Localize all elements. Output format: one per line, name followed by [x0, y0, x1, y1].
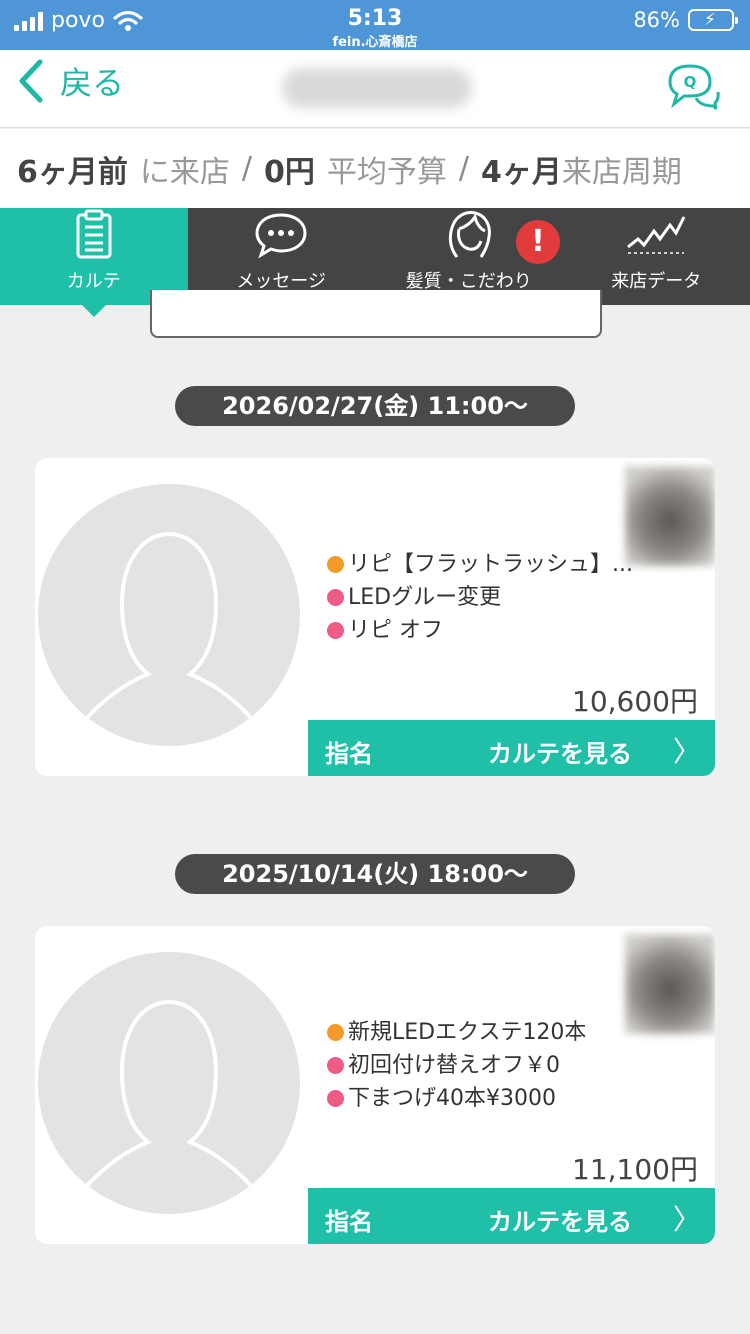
- view-karte-button[interactable]: 指名 カルテを見る 〉: [308, 1188, 715, 1244]
- menu-list: 新規LEDエクステ120本 初回付け替えオフ￥0 下まつげ40本¥3000: [327, 1016, 586, 1115]
- view-karte-button[interactable]: 指名 カルテを見る 〉: [308, 720, 715, 776]
- svg-text:Q: Q: [684, 73, 697, 91]
- menu-list: リピ【フラットラッシュ】... LEDグルー変更 リピ オフ: [327, 548, 633, 647]
- list-item: 初回付け替えオフ￥0: [327, 1049, 586, 1082]
- separator: /: [241, 151, 252, 186]
- visit-date-pill: 2025/10/14(火) 18:00〜: [175, 854, 575, 894]
- tab-label: 来店データ: [611, 271, 702, 292]
- last-visit-label: に来店: [139, 154, 230, 190]
- visit-price: 11,100円: [572, 1153, 698, 1186]
- list-item: 新規LEDエクステ120本: [327, 1016, 586, 1049]
- menu-item-text: 新規LEDエクステ120本: [348, 1020, 587, 1045]
- last-visit-value: 6ヶ月前: [17, 154, 128, 190]
- menu-item-text: 下まつげ40本¥3000: [348, 1086, 556, 1111]
- list-item: 下まつげ40本¥3000: [327, 1082, 586, 1115]
- battery-icon: ⚡: [688, 9, 738, 31]
- budget-value: 0円: [263, 154, 315, 190]
- clipboard-icon: [76, 209, 112, 259]
- back-button[interactable]: 戻る: [16, 58, 124, 104]
- battery-percent: 86%: [633, 8, 680, 32]
- menu-item-text: 初回付け替えオフ￥0: [348, 1053, 560, 1078]
- back-label: 戻る: [60, 64, 125, 102]
- chevron-right-icon: 〉: [672, 1203, 701, 1236]
- cycle-label: 来店周期: [561, 154, 682, 190]
- staff-photo-blurred: [625, 466, 715, 566]
- pink-dot-icon: [327, 589, 344, 606]
- nomination-label: 指名: [325, 1208, 373, 1236]
- status-shop-name: fein.心斎橋店: [332, 35, 418, 50]
- view-karte-label: カルテを見る: [488, 1208, 632, 1236]
- staff-photo-blurred: [625, 934, 715, 1034]
- orange-dot-icon: [327, 556, 344, 573]
- nav-header: 戻る Q: [0, 50, 750, 128]
- status-right: 86% ⚡: [633, 8, 738, 32]
- view-karte-label: カルテを見る: [488, 740, 632, 768]
- chat-search-icon[interactable]: Q: [666, 62, 720, 110]
- list-item: リピ オフ: [327, 614, 633, 647]
- nomination-label: 指名: [325, 740, 373, 768]
- user-silhouette-icon: [76, 531, 262, 730]
- list-item: LEDグルー変更: [327, 581, 633, 614]
- customer-name-blurred: [282, 68, 472, 108]
- status-bar: povo 5:13 fein.心斎橋店 86% ⚡: [0, 0, 750, 50]
- orange-dot-icon: [327, 1024, 344, 1041]
- chevron-right-icon: 〉: [672, 735, 701, 768]
- tab-label: カルテ: [66, 271, 121, 292]
- avatar: [38, 484, 300, 746]
- menu-item-text: リピ【フラットラッシュ】...: [348, 552, 633, 577]
- cycle-value: 4ヶ月: [480, 154, 562, 190]
- separator: /: [458, 151, 469, 186]
- visit-summary: 6ヶ月前 に来店 / 0円 平均予算 / 4ヶ月 来店周期: [0, 129, 750, 208]
- menu-item-text: リピ オフ: [348, 618, 443, 643]
- hair-profile-icon: [448, 211, 491, 258]
- visit-price: 10,600円: [572, 685, 698, 718]
- visit-card: 新規LEDエクステ120本 初回付け替えオフ￥0 下まつげ40本¥3000 11…: [35, 926, 715, 1244]
- menu-item-text: LEDグルー変更: [348, 585, 502, 610]
- avatar: [38, 952, 300, 1214]
- pink-dot-icon: [327, 1090, 344, 1107]
- alert-badge: !: [516, 220, 560, 264]
- speech-bubble-icon: [255, 213, 307, 259]
- list-item: リピ【フラットラッシュ】...: [327, 548, 633, 581]
- user-silhouette-icon: [76, 999, 262, 1198]
- pink-dot-icon: [327, 1057, 344, 1074]
- line-chart-icon: [627, 216, 686, 254]
- chevron-left-icon: [19, 59, 43, 103]
- visit-card: リピ【フラットラッシュ】... LEDグルー変更 リピ オフ 10,600円 指…: [35, 458, 715, 776]
- visit-date-pill: 2026/02/27(金) 11:00〜: [175, 386, 575, 426]
- create-karte-button[interactable]: [150, 290, 602, 338]
- pink-dot-icon: [327, 622, 344, 639]
- budget-label: 平均予算: [326, 154, 447, 190]
